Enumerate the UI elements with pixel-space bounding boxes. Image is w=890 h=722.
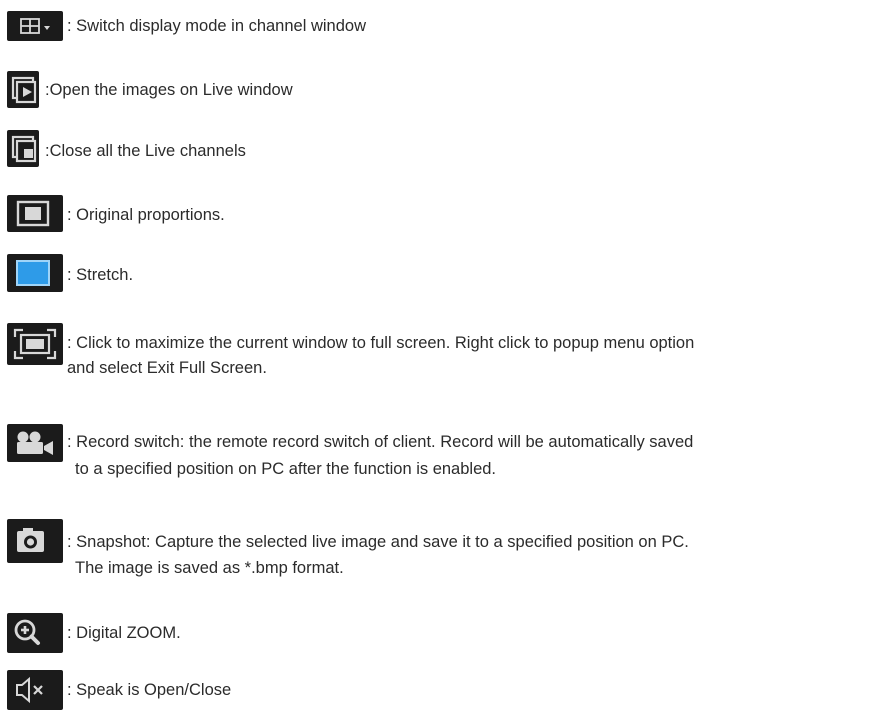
item-fullscreen-text: : Click to maximize the current window t… bbox=[67, 334, 695, 352]
item-snapshot-text-2: The image is saved as *.bmp format. bbox=[75, 559, 344, 577]
original-proportions-icon bbox=[7, 195, 63, 232]
item-close-live-text: :Close all the Live channels bbox=[45, 142, 246, 160]
item-record-text-2: to a specified position on PC after the … bbox=[75, 460, 497, 478]
stretch-icon bbox=[7, 254, 63, 292]
item-record-text: : Record switch: the remote record switc… bbox=[67, 433, 694, 451]
record-camera-icon bbox=[7, 424, 63, 462]
item-fullscreen-text-2: and select Exit Full Screen. bbox=[67, 359, 267, 377]
item-zoom-text: : Digital ZOOM. bbox=[67, 624, 181, 642]
digital-zoom-icon bbox=[7, 613, 63, 653]
item-speaker-text: : Speak is Open/Close bbox=[67, 681, 232, 699]
item-original-proportions-text: : Original proportions. bbox=[67, 206, 225, 224]
item-display-mode-text: : Switch display mode in channel window bbox=[67, 17, 366, 35]
item-stretch-text: : Stretch. bbox=[67, 266, 134, 284]
open-live-window-icon bbox=[7, 71, 39, 108]
snapshot-camera-icon bbox=[7, 519, 63, 563]
fullscreen-icon bbox=[7, 323, 63, 365]
speaker-mute-icon bbox=[7, 670, 63, 710]
close-live-channels-icon bbox=[7, 130, 39, 167]
display-mode-grid-icon bbox=[7, 11, 63, 41]
item-open-live-text: :Open the images on Live window bbox=[45, 81, 293, 99]
item-snapshot-text: : Snapshot: Capture the selected live im… bbox=[67, 533, 689, 551]
